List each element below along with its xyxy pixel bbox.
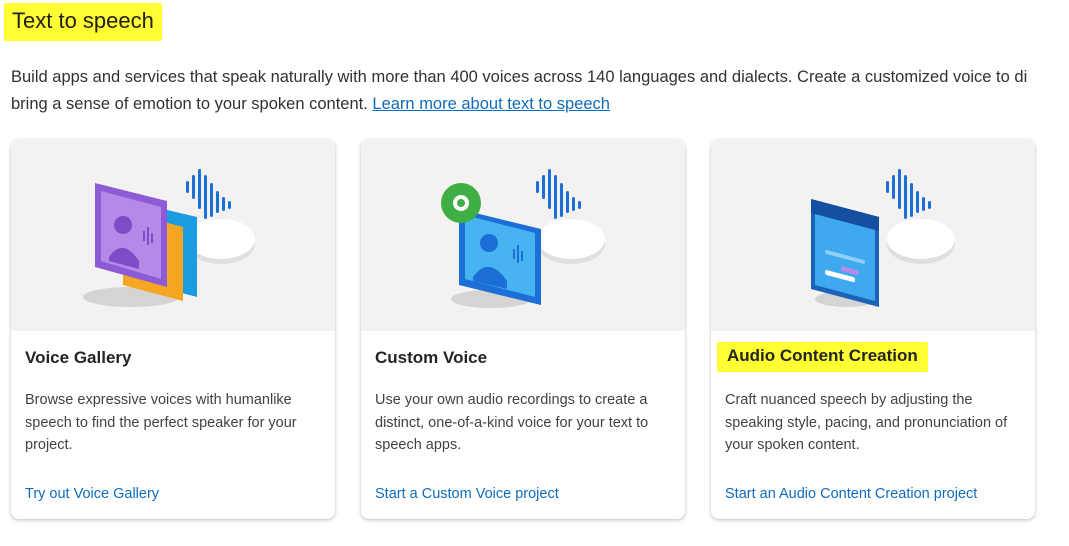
try-voice-gallery-link[interactable]: Try out Voice Gallery <box>25 486 159 502</box>
audio-content-creation-description: Craft nuanced speech by adjusting the sp… <box>725 392 1008 453</box>
audio-content-creation-card[interactable]: Audio Content Creation Craft nuanced spe… <box>711 139 1035 519</box>
intro-line-2-text: bring a sense of emotion to your spoken … <box>11 95 368 113</box>
audio-content-creation-title: Audio Content Creation <box>717 342 928 372</box>
custom-voice-title: Custom Voice <box>375 348 488 367</box>
page-title: Text to speech <box>12 8 154 33</box>
title-highlight: Text to speech <box>4 3 162 41</box>
intro-paragraph: Build apps and services that speak natur… <box>11 64 1069 118</box>
custom-voice-card[interactable]: Custom Voice Use your own audio recordin… <box>361 139 685 519</box>
voice-gallery-card[interactable]: Voice Gallery Browse expressive voices w… <box>11 139 335 519</box>
start-audio-content-creation-link[interactable]: Start an Audio Content Creation project <box>725 486 977 502</box>
learn-more-link[interactable]: Learn more about text to speech <box>372 95 610 113</box>
text-to-speech-page: Text to speech Build apps and services t… <box>0 0 1069 546</box>
custom-voice-description: Use your own audio recordings to create … <box>375 392 649 453</box>
sound-wave-icon <box>536 169 581 219</box>
voice-gallery-description: Browse expressive voices with humanlike … <box>25 392 297 453</box>
audio-content-creation-illustration-svg <box>811 169 955 307</box>
voice-gallery-illustration <box>11 139 335 331</box>
sound-wave-icon <box>886 169 931 219</box>
custom-voice-illustration <box>361 139 685 331</box>
audio-content-creation-illustration <box>711 139 1035 331</box>
voice-gallery-illustration-svg <box>83 169 255 307</box>
sound-wave-icon <box>186 169 231 219</box>
voice-gallery-title: Voice Gallery <box>25 348 132 367</box>
custom-voice-illustration-svg <box>441 169 605 308</box>
start-custom-voice-link[interactable]: Start a Custom Voice project <box>375 486 559 502</box>
intro-line-2: bring a sense of emotion to your spoken … <box>11 91 1069 118</box>
intro-line-1: Build apps and services that speak natur… <box>11 68 1028 86</box>
